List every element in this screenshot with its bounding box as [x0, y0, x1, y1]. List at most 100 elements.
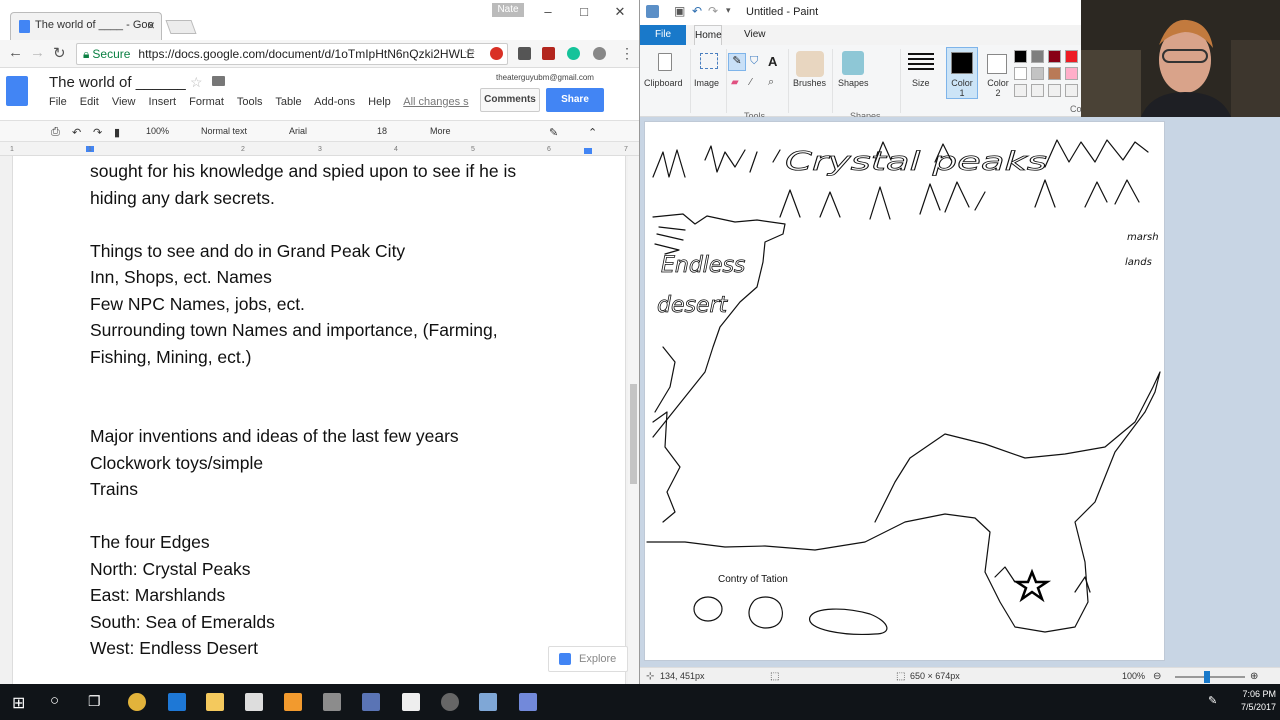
zoom-out-button[interactable]: ⊖ — [1153, 671, 1161, 682]
cortana-icon[interactable]: ○ — [50, 692, 59, 709]
zoom-select[interactable]: 100% — [146, 126, 169, 136]
palette-color[interactable] — [1031, 50, 1044, 63]
zoom-slider[interactable] — [1175, 676, 1245, 678]
star-icon[interactable]: ☆ — [190, 74, 203, 91]
maximize-button[interactable]: □ — [566, 2, 602, 22]
text-tool-icon[interactable]: A — [768, 54, 777, 69]
bookmark-star-icon[interactable]: ☆ — [464, 45, 476, 61]
size-icon[interactable] — [908, 53, 934, 71]
menu-tools[interactable]: Tools — [237, 96, 263, 108]
back-arrow-icon[interactable]: ← — [8, 44, 23, 61]
scrollbar-thumb[interactable] — [630, 384, 637, 484]
app-taskbar-icon[interactable] — [362, 693, 380, 711]
undo-icon[interactable]: ↶ — [72, 126, 81, 139]
palette-color[interactable] — [1065, 67, 1078, 80]
url-input[interactable]: 🔒︎ Secure https://docs.google.com/document… — [76, 43, 508, 65]
chrome-taskbar-icon[interactable] — [128, 693, 146, 711]
save-status-link[interactable]: All changes s — [403, 96, 468, 108]
eraser-icon[interactable]: ▰ — [731, 77, 739, 88]
size-button[interactable]: Size — [912, 78, 930, 88]
redo-icon[interactable]: ↷ — [93, 126, 102, 139]
document-scrollbar[interactable] — [628, 156, 639, 684]
mail-taskbar-icon[interactable] — [402, 693, 420, 711]
document-page[interactable]: sought for his knowledge and spied upon … — [12, 156, 626, 684]
palette-color[interactable] — [1065, 84, 1078, 97]
windows-start-icon[interactable]: ⊞ — [12, 693, 25, 713]
tab-file[interactable]: File — [640, 25, 686, 45]
color2-swatch[interactable] — [987, 54, 1007, 74]
style-select[interactable]: Normal text — [201, 126, 247, 136]
font-size-select[interactable]: 18 — [377, 126, 387, 136]
new-tab-button[interactable] — [165, 20, 197, 34]
fill-icon[interactable]: ⛉ — [750, 55, 758, 68]
palette-color[interactable] — [1014, 50, 1027, 63]
font-select[interactable]: Arial — [289, 126, 307, 136]
menu-insert[interactable]: Insert — [149, 96, 177, 108]
brushes-icon[interactable] — [796, 51, 824, 77]
right-indent-marker[interactable] — [584, 148, 592, 154]
palette-color[interactable] — [1031, 67, 1044, 80]
pdf-extension-icon[interactable] — [542, 47, 555, 60]
palette-color[interactable] — [1014, 84, 1027, 97]
menu-view[interactable]: View — [112, 96, 136, 108]
clipboard-button[interactable]: Clipboard — [644, 78, 683, 88]
grammarly-icon[interactable] — [567, 47, 580, 60]
collapse-chevron-icon[interactable]: ⌃ — [588, 126, 597, 139]
docs-logo-icon[interactable] — [6, 76, 28, 106]
menu-format[interactable]: Format — [189, 96, 224, 108]
paint-format-icon[interactable]: ▮ — [114, 126, 120, 139]
brushes-button[interactable]: Brushes — [793, 78, 826, 88]
undo-icon[interactable]: ↶ — [692, 4, 702, 18]
app-taskbar-icon[interactable] — [284, 693, 302, 711]
share-button[interactable]: Share — [546, 88, 604, 112]
reload-icon[interactable]: ↻ — [53, 44, 66, 62]
comments-button[interactable]: Comments — [480, 88, 540, 112]
palette-color[interactable] — [1048, 50, 1061, 63]
zoom-slider-thumb[interactable] — [1204, 671, 1210, 683]
more-button[interactable]: More — [430, 126, 451, 136]
palette-color[interactable] — [1031, 84, 1044, 97]
menu-table[interactable]: Table — [275, 96, 301, 108]
store-taskbar-icon[interactable] — [245, 693, 263, 711]
shield-extension-icon[interactable] — [593, 47, 606, 60]
discord-taskbar-icon[interactable] — [519, 693, 537, 711]
app-taskbar-icon[interactable] — [323, 693, 341, 711]
folder-icon[interactable] — [212, 76, 225, 86]
pen-tray-icon[interactable]: ✎ — [1208, 694, 1217, 707]
minimize-button[interactable]: – — [530, 2, 566, 22]
pencil-icon[interactable]: ✎ — [728, 53, 746, 71]
edge-taskbar-icon[interactable] — [168, 693, 186, 711]
close-window-button[interactable]: ✕ — [602, 2, 638, 22]
forward-arrow-icon[interactable]: → — [30, 44, 45, 61]
explore-button[interactable]: Explore — [548, 646, 628, 672]
extension-icon[interactable] — [518, 47, 531, 60]
print-icon[interactable]: ⎙ — [51, 126, 60, 139]
zoom-in-button[interactable]: ⊕ — [1250, 671, 1258, 682]
magnifier-icon[interactable]: ⌕ — [768, 76, 774, 89]
close-tab-icon[interactable]: × — [147, 17, 155, 33]
palette-color[interactable] — [1048, 84, 1061, 97]
account-email[interactable]: theaterguyubm@gmail.com — [496, 73, 594, 82]
profile-badge[interactable]: Nate — [492, 3, 524, 17]
obs-taskbar-icon[interactable] — [441, 693, 459, 711]
select-icon[interactable] — [700, 53, 718, 69]
redo-icon[interactable]: ↷ — [708, 4, 718, 18]
drawing-canvas[interactable]: Crystal peaks Endless desert marsh lands… — [644, 121, 1165, 661]
browser-tab[interactable]: The world of ____ - Goo × — [10, 12, 162, 40]
shapes-button[interactable]: Shapes — [838, 78, 869, 88]
save-icon[interactable]: ▣ — [674, 4, 685, 18]
menu-file[interactable]: File — [49, 96, 67, 108]
menu-addons[interactable]: Add-ons — [314, 96, 355, 108]
taskbar-clock[interactable]: 7:06 PM 7/5/2017 — [1228, 688, 1276, 714]
menu-edit[interactable]: Edit — [80, 96, 99, 108]
document-text[interactable]: sought for his knowledge and spied upon … — [90, 158, 516, 662]
menu-dots-icon[interactable]: ⋮ — [620, 45, 634, 62]
quick-access-dropdown-icon[interactable]: ▾ — [726, 5, 731, 16]
image-button[interactable]: Image — [694, 78, 719, 88]
extension-icon[interactable] — [490, 47, 503, 60]
menu-help[interactable]: Help — [368, 96, 391, 108]
palette-color[interactable] — [1014, 67, 1027, 80]
clipboard-icon[interactable] — [658, 53, 672, 71]
palette-color[interactable] — [1065, 50, 1078, 63]
color2-label[interactable]: Color 2 — [984, 78, 1012, 98]
